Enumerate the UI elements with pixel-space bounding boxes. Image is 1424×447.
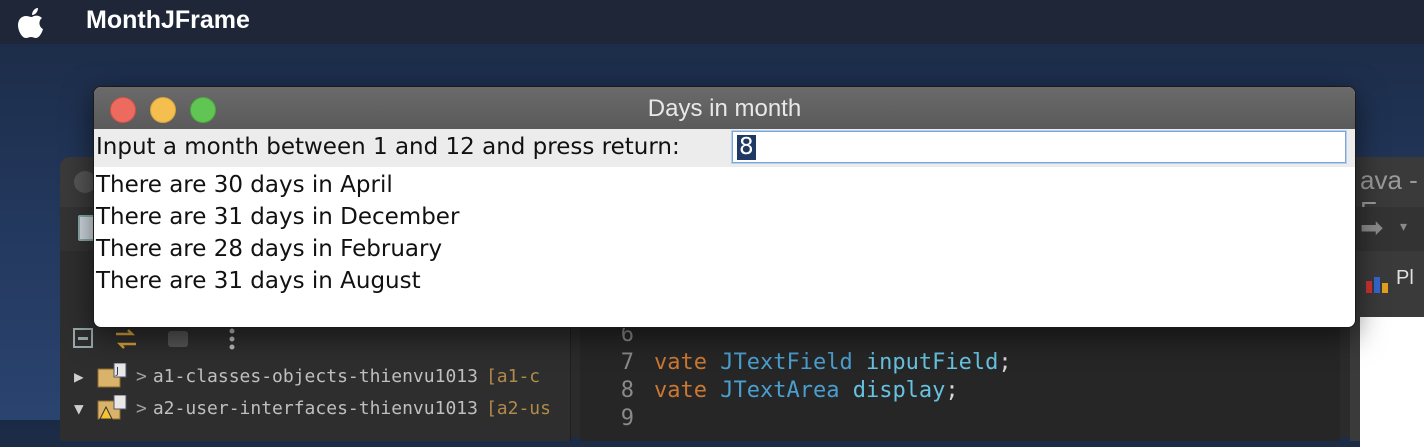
line-number: 9 <box>620 405 634 431</box>
window-titlebar[interactable]: Days in month <box>94 87 1355 130</box>
tree-item-label: a1-classes-objects-thienvu1013 <box>152 365 478 387</box>
apple-logo-icon[interactable] <box>16 4 48 40</box>
code-punct: ; <box>998 349 1012 375</box>
java-project-icon: J <box>97 363 127 388</box>
month-input-value[interactable]: 8 <box>737 135 756 160</box>
menu-bar: MonthJFrame <box>0 0 1424 44</box>
output-line: There are 28 days in February <box>96 236 443 262</box>
right-panel-content <box>1360 317 1424 447</box>
line-number: 7 <box>620 349 634 375</box>
line-number: 8 <box>620 377 634 403</box>
input-row: Input a month between 1 and 12 and press… <box>94 129 1355 167</box>
java-project-warning-icon <box>97 395 127 420</box>
tree-item-label: a2-user-interfaces-thienvu1013 <box>152 397 478 419</box>
right-panel: Pl <box>1350 251 1424 447</box>
code-field: inputField <box>865 349 999 375</box>
tree-item-prefix: > <box>136 365 147 387</box>
tree-item-project[interactable]: ▼ > a2-user-interfaces-thienvu1013 [a2-u… <box>74 393 551 423</box>
chevron-down-icon[interactable]: ▾ <box>1400 219 1407 235</box>
code-type: JTextField <box>720 349 853 375</box>
code-punct: ; <box>945 377 959 403</box>
chevron-right-icon[interactable]: ▶ <box>74 367 96 386</box>
tree-item-branch: [a1-c <box>485 365 541 387</box>
filter-icon[interactable] <box>164 325 192 353</box>
code-line: 7 vate JTextField inputField; <box>586 347 1012 377</box>
chevron-down-icon[interactable]: ▼ <box>74 399 96 418</box>
output-line: There are 30 days in April <box>96 172 393 198</box>
output-text-area[interactable]: There are 30 days in April There are 31 … <box>96 169 459 297</box>
svg-text:J: J <box>115 366 119 377</box>
code-keyword: vate <box>654 377 707 403</box>
output-line: There are 31 days in December <box>96 204 460 230</box>
code-line: 9 <box>586 403 654 433</box>
collapse-all-icon[interactable] <box>70 325 98 353</box>
code-field: display <box>852 377 946 403</box>
code-type: JTextArea <box>720 377 840 403</box>
tree-item-project[interactable]: ▶ J > a1-classes-objects-thienvu1013 [a1… <box>74 361 540 391</box>
code-line: 8 vate JTextArea display; <box>586 375 959 405</box>
app-name-menu[interactable]: MonthJFrame <box>86 6 250 35</box>
plugin-icon <box>1366 277 1388 293</box>
tab-plugin[interactable]: Pl <box>1396 267 1414 290</box>
tree-item-branch: [a2-us <box>485 397 551 419</box>
month-input[interactable]: 8 <box>732 131 1346 163</box>
link-editor-icon[interactable] <box>112 325 140 353</box>
code-keyword: vate <box>654 349 707 375</box>
tree-item-prefix: > <box>136 397 147 419</box>
output-line: There are 31 days in August <box>96 268 421 294</box>
days-in-month-window: Days in month Input a month between 1 an… <box>93 86 1356 328</box>
more-options-icon[interactable] <box>218 325 246 353</box>
prompt-label: Input a month between 1 and 12 and press… <box>96 134 680 160</box>
forward-arrow-icon[interactable]: ➡ <box>1360 211 1383 244</box>
window-title: Days in month <box>647 95 802 122</box>
